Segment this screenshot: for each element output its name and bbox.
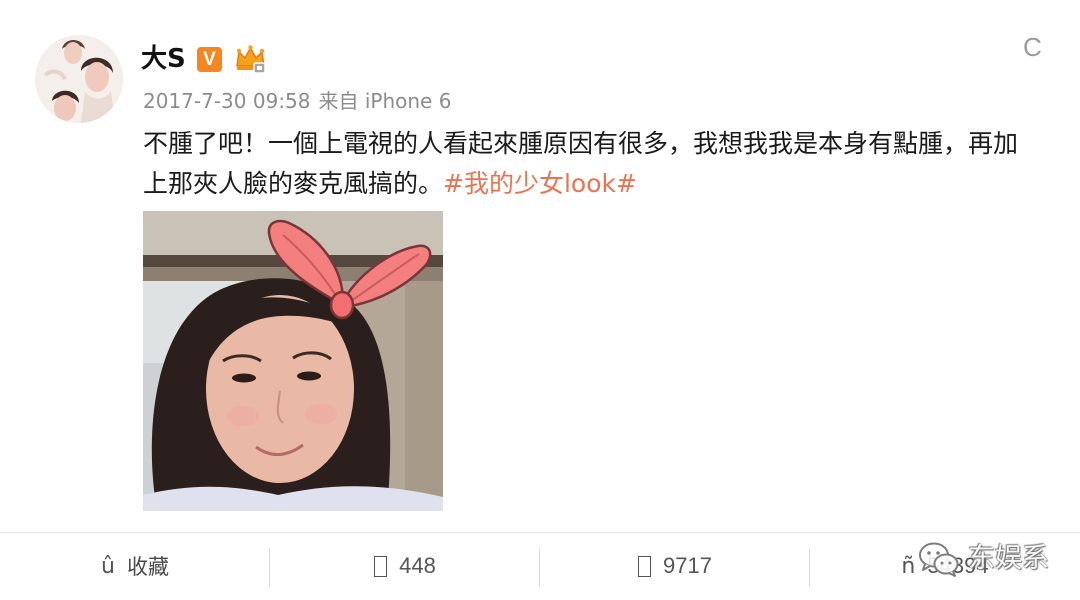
post-time: 2017-7-30 09:58 (143, 89, 311, 113)
post-text: 不腫了吧！一個上電視的人看起來腫原因有很多，我想我我是本身有點腫，再加上那夾人臉… (143, 124, 1025, 204)
dropdown-menu-icon[interactable]: C (1023, 31, 1042, 63)
hashtag-link[interactable]: #我的少女look# (443, 169, 637, 198)
avatar[interactable] (35, 35, 123, 123)
comment-button[interactable]: 9717 (540, 533, 810, 599)
avatar-image (35, 35, 123, 123)
action-divider (269, 548, 270, 587)
post-source: 来自 iPhone 6 (318, 89, 452, 113)
like-icon: ñ (901, 553, 916, 579)
action-bar: û 收藏 448 9717 ñ 54394 (0, 532, 1080, 600)
like-button[interactable]: ñ 54394 (810, 533, 1080, 599)
comment-count: 9717 (663, 553, 712, 578)
username[interactable]: 大S (141, 42, 186, 76)
repost-icon (374, 555, 388, 577)
post-meta: 2017-7-30 09:58 来自 iPhone 6 (143, 87, 451, 115)
like-count: 54394 (927, 553, 989, 578)
repost-count: 448 (399, 553, 436, 578)
action-divider (539, 548, 540, 587)
favorite-label: 收藏 (126, 555, 169, 579)
repost-button[interactable]: 448 (270, 533, 540, 599)
comment-icon (638, 555, 652, 577)
favorite-icon: û (101, 553, 115, 579)
verified-v-icon: V (197, 47, 222, 72)
favorite-button[interactable]: û 收藏 (0, 533, 270, 599)
crown-member-icon (236, 45, 266, 74)
post-photo[interactable] (143, 211, 443, 511)
action-divider (809, 548, 810, 587)
